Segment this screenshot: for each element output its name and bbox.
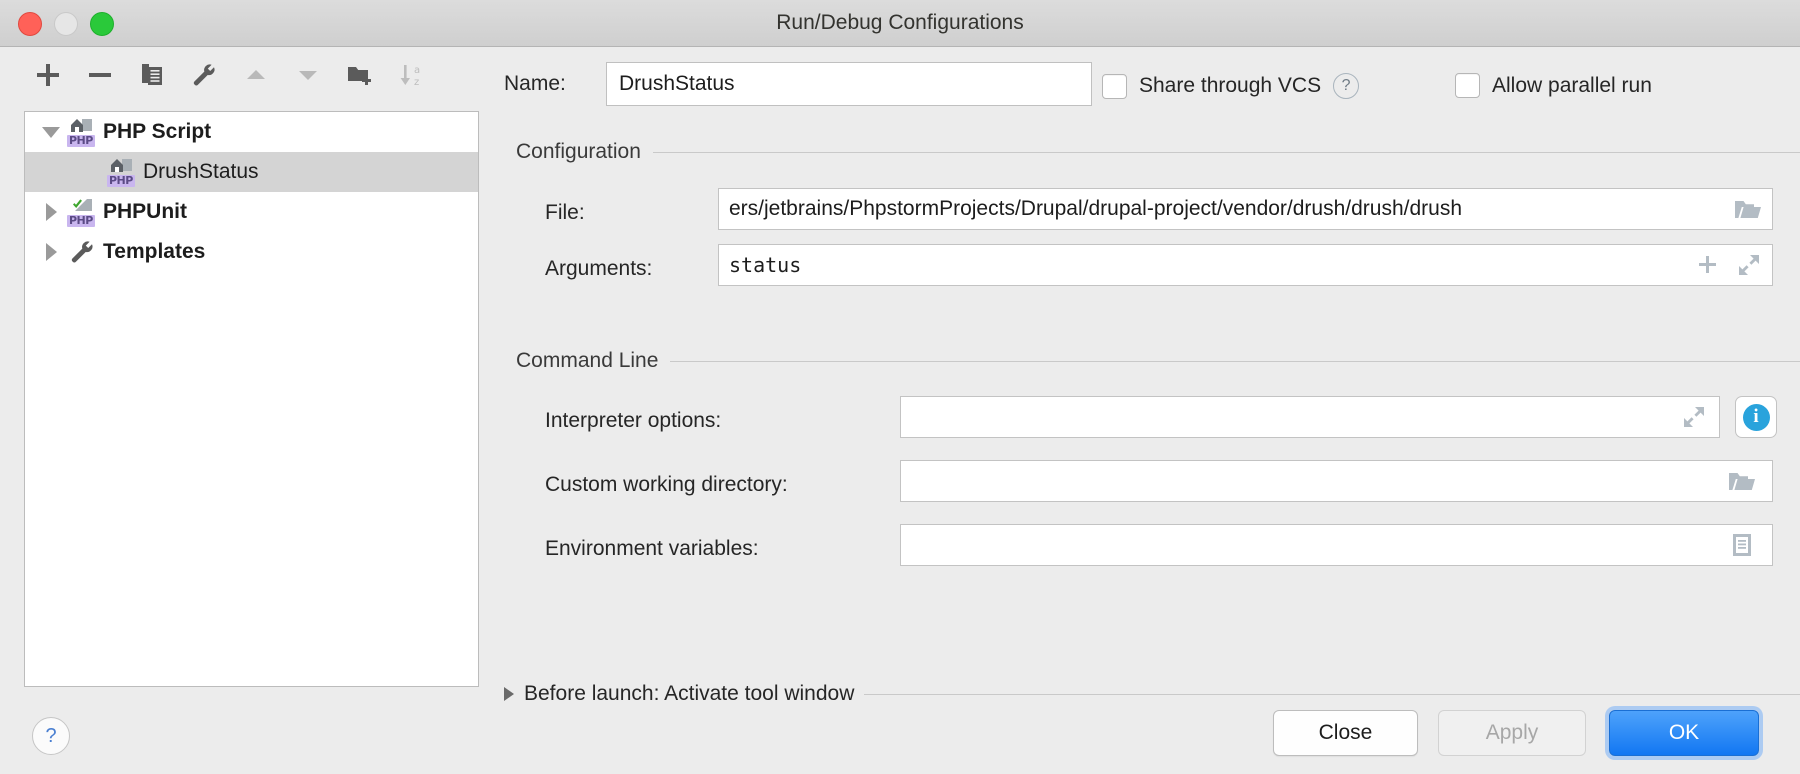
arguments-input[interactable]: status [718,244,1773,286]
folder-browse-icon[interactable] [1727,468,1757,494]
tree-item-php-script[interactable]: PHP PHP Script [25,112,478,152]
phpunit-icon: PHP [67,197,97,227]
twisty-collapsed-icon[interactable] [35,243,67,261]
share-through-vcs-checkbox[interactable] [1102,73,1127,99]
apply-button[interactable]: Apply [1438,710,1586,756]
custom-working-directory-label: Custom working directory: [545,473,788,496]
expand-editor-icon[interactable] [1680,404,1708,430]
group-divider [864,693,1800,695]
title-bar: Run/Debug Configurations [0,0,1800,47]
chevron-right-icon[interactable] [504,687,514,701]
insert-macro-icon[interactable] [1695,253,1721,277]
help-button[interactable]: ? [32,717,70,755]
add-configuration-button[interactable] [22,53,74,97]
configuration-group-title: Configuration [516,140,641,163]
group-divider [652,151,1800,153]
minus-icon [87,62,113,88]
before-launch-section[interactable]: Before launch: Activate tool window [490,682,1800,706]
tree-item-drushstatus[interactable]: PHP DrushStatus [25,152,478,192]
twisty-collapsed-icon[interactable] [35,203,67,221]
wrench-icon [67,237,97,267]
copy-configuration-button[interactable] [126,53,178,97]
wrench-icon [191,62,217,88]
ok-button[interactable]: OK [1609,710,1759,756]
before-launch-label: Before launch: Activate tool window [524,682,855,705]
tree-item-label: DrushStatus [143,160,259,183]
name-row: Name: DrushStatus Share through VCS ? Al… [490,62,1800,106]
remove-configuration-button[interactable] [74,53,126,97]
allow-parallel-run-checkbox[interactable] [1455,73,1480,98]
run-debug-configurations-dialog: Run/Debug Configurations a z PHP PHP Scr… [0,0,1800,774]
info-icon: i [1742,403,1770,431]
copy-icon [139,62,165,88]
environment-variables-input[interactable] [900,524,1773,566]
tree-item-label: Templates [103,240,206,263]
configuration-group-header: Configuration [490,140,1800,164]
env-list-icon[interactable] [1729,532,1755,558]
sort-configurations-button[interactable]: a z [386,53,438,97]
move-up-button[interactable] [230,53,282,97]
tree-item-templates[interactable]: Templates [25,232,478,272]
folder-browse-icon[interactable] [1733,196,1763,222]
new-folder-button[interactable] [334,53,386,97]
allow-parallel-run-group: Allow parallel run [1455,73,1652,98]
custom-working-directory-input[interactable] [900,460,1773,502]
interpreter-options-info-button[interactable]: i [1735,396,1777,438]
name-input[interactable]: DrushStatus [606,62,1092,106]
command-line-group-title: Command Line [516,349,659,372]
share-through-vcs-label: Share through VCS [1139,74,1322,97]
name-label: Name: [504,72,566,95]
environment-variables-label: Environment variables: [545,537,759,560]
tree-item-label: PHP Script [103,120,212,143]
arguments-label: Arguments: [545,257,653,280]
interpreter-options-label: Interpreter options: [545,409,722,432]
plus-icon [35,62,61,88]
edit-templates-button[interactable] [178,53,230,97]
window-title: Run/Debug Configurations [776,11,1024,34]
configurations-toolbar: a z [22,52,477,98]
svg-text:a: a [414,65,420,76]
php-script-icon: PHP [67,117,97,147]
arrow-down-icon [295,62,321,88]
twisty-expanded-icon[interactable] [35,126,67,138]
close-button[interactable]: Close [1273,710,1418,756]
tree-item-phpunit[interactable]: PHP PHPUnit [25,192,478,232]
allow-parallel-run-label: Allow parallel run [1492,73,1652,97]
tree-item-label: PHPUnit [103,200,187,223]
file-label: File: [545,201,585,224]
share-through-vcs-help-icon[interactable]: ? [1333,73,1360,99]
command-line-group-header: Command Line [490,349,1800,373]
expand-editor-icon[interactable] [1735,252,1763,278]
svg-text:z: z [414,77,419,88]
interpreter-options-input[interactable] [900,396,1720,438]
move-down-button[interactable] [282,53,334,97]
configuration-editor-pane: Name: DrushStatus Share through VCS ? Al… [490,46,1800,705]
php-script-icon: PHP [107,157,137,187]
group-divider [670,360,1800,362]
configurations-tree[interactable]: PHP PHP Script PHP DrushStatus PHP PHPUn… [24,111,479,687]
file-input[interactable]: ers/jetbrains/PhpstormProjects/Drupal/dr… [718,188,1773,230]
sort-alphabetically-icon: a z [398,62,426,88]
share-through-vcs-group: Share through VCS ? [1102,73,1360,99]
new-folder-icon [346,62,374,88]
arrow-up-icon [243,62,269,88]
